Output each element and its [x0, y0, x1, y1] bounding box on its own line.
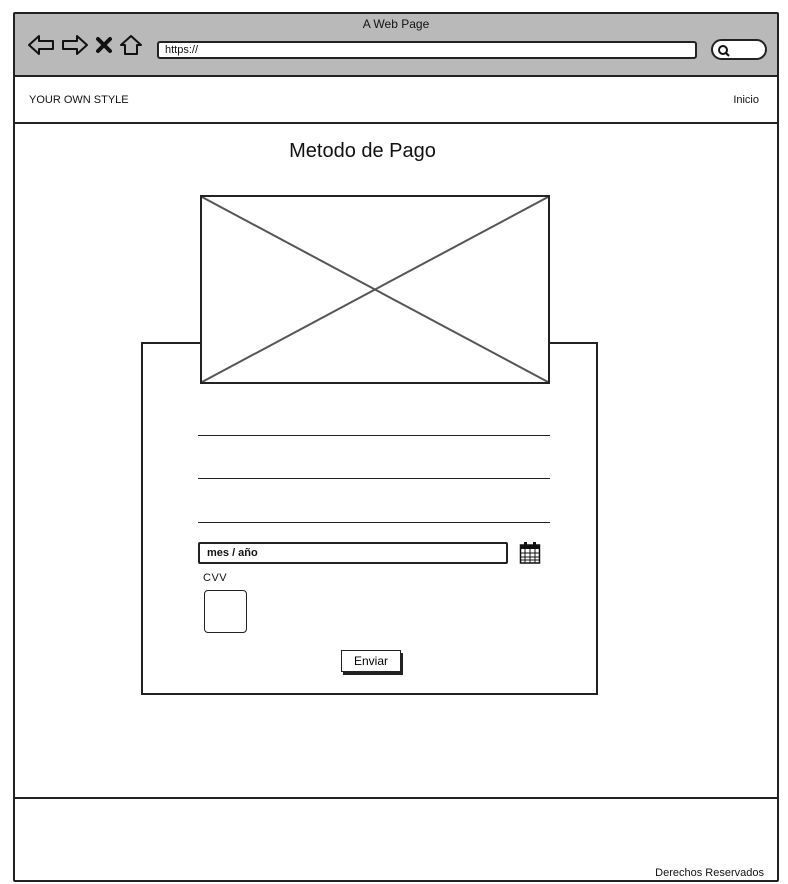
address-bar[interactable]: https://: [157, 41, 697, 59]
forward-arrow-icon[interactable]: [61, 34, 89, 56]
page-title: Metodo de Pago: [289, 140, 436, 162]
browser-search-button[interactable]: [711, 39, 767, 60]
expiry-date-input[interactable]: mes / año: [198, 542, 508, 564]
browser-titlebar: A Web Page https://: [15, 14, 777, 77]
cvv-label: CVV: [203, 572, 228, 584]
close-icon[interactable]: [95, 36, 113, 54]
calendar-icon[interactable]: [519, 541, 541, 570]
card-holder-field[interactable]: [198, 478, 550, 479]
browser-nav-controls: [27, 32, 143, 58]
card-image-placeholder: [200, 195, 550, 384]
nav-link-inicio[interactable]: Inicio: [733, 94, 759, 106]
search-icon: [718, 45, 730, 57]
cvv-input[interactable]: [204, 590, 247, 633]
submit-button[interactable]: Enviar: [341, 650, 401, 672]
brand-logo-text[interactable]: YOUR OWN STYLE: [29, 94, 129, 106]
window-title: A Web Page: [362, 17, 430, 31]
footer-copyright: Derechos Reservados: [655, 867, 764, 879]
home-icon[interactable]: [119, 34, 143, 56]
footer-divider: [15, 797, 777, 799]
back-arrow-icon[interactable]: [27, 34, 55, 56]
card-extra-field[interactable]: [198, 522, 550, 523]
card-number-field[interactable]: [198, 435, 550, 436]
site-header: YOUR OWN STYLE Inicio: [15, 79, 777, 124]
payment-form-card: [141, 342, 598, 695]
